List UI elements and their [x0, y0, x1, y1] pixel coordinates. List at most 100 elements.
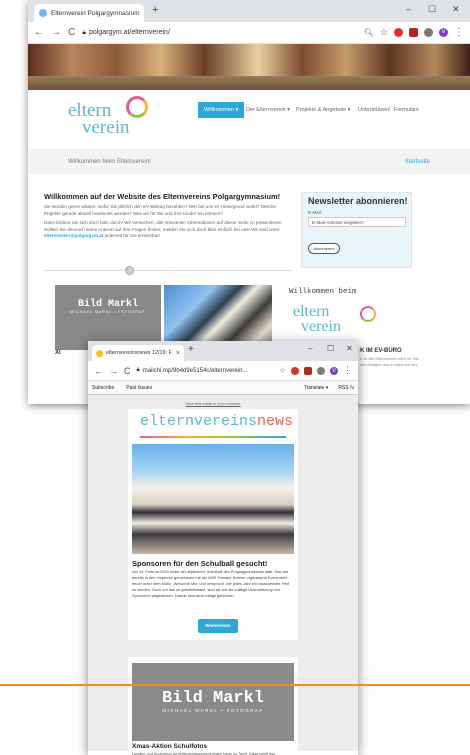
close-window-button[interactable]: ✕ — [452, 4, 460, 15]
extension-stop-icon-front[interactable] — [291, 366, 299, 375]
toolbar-icons: 🔍︎ ☆ V ⋮ — [364, 27, 464, 38]
logo-swirl-icon — [126, 96, 148, 118]
bildmarkl-subtitle: MICHAEL MARKL • FOTOGRAF — [70, 310, 146, 314]
tab-title: Elternverein Polgargymnasium — [51, 9, 140, 17]
star-icon[interactable]: ☆ — [380, 27, 388, 38]
toolbar-icons-front: ☆ V ⋮ — [279, 365, 352, 376]
profile-avatar[interactable]: V — [439, 28, 448, 37]
extension-pdf-icon-front[interactable] — [304, 366, 312, 375]
sidebar-logo-line2: verein — [301, 318, 341, 335]
article2-title: Xmas-Aktion Schulfotos — [132, 743, 208, 750]
close-window-button-front[interactable]: ✕ — [346, 344, 353, 353]
bildmarkl-ad[interactable]: Bild Markl MICHAEL MARKL • FOTOGRAF — [132, 663, 294, 741]
section-divider — [44, 270, 292, 271]
reload-icon[interactable]: C — [68, 27, 75, 38]
orange-accent-line — [0, 684, 470, 686]
divider-dot — [125, 266, 134, 275]
extension-pdf-icon[interactable] — [409, 28, 418, 37]
ad-card: Bild Markl MICHAEL MARKL • FOTOGRAF — [128, 657, 298, 755]
site-logo[interactable]: eltern verein — [68, 101, 129, 137]
welcome-paragraph-2: Dann klicken Sie sich doch bitte durch! … — [44, 220, 283, 232]
welcome-text: Sie würden gerne wissen, wofür Sie jährl… — [44, 204, 284, 240]
rss-link[interactable]: RSS ℕ — [338, 385, 354, 391]
browser-tab-elternverein[interactable]: Elternverein Polgargymnasium × — [34, 4, 144, 22]
bildmarkl-logo: Bild Markl — [77, 299, 138, 310]
article1-title: Sponsoren für den Schulball gesucht! — [132, 559, 268, 568]
site-favicon-icon — [39, 9, 47, 17]
read-more-button[interactable]: Weiterlesen — [198, 619, 238, 633]
welcome-bar-title: Willkommen beim Elternverein! — [68, 159, 151, 165]
forward-arrow-icon[interactable]: → — [51, 27, 61, 38]
lock-icon: 🔒︎ — [82, 28, 86, 36]
ev-buero-text: n ist der Elternverein nlich für Sie all… — [360, 356, 419, 367]
zoom-icon[interactable]: 🔍︎ — [364, 28, 374, 37]
ad-subtitle: MICHAEL MARKL • FOTOGRAF — [162, 708, 264, 713]
welcome-heading: Willkommen auf der Website des Elternver… — [44, 192, 281, 201]
lock-icon-front: 🔒︎ — [136, 367, 140, 373]
reload-icon-front[interactable]: C — [124, 366, 131, 376]
email-link[interactable]: elternverein@polgargym.at — [44, 233, 103, 238]
new-tab-button[interactable]: + — [152, 4, 158, 16]
ev-buero-heading: K IM EV-BÜRO — [360, 348, 402, 354]
front-browser-window: elternvereinsnews 12/19: F × + – ☐ ✕ ← →… — [88, 341, 358, 755]
newsletter-card: elternvereinsnews Sponsoren für den Schu… — [128, 409, 298, 640]
mailchimp-toolbar: Subscribe Past Issues Translate ▾ RSS ℕ — [88, 381, 358, 395]
nav-item-formulare[interactable]: Formulare — [394, 107, 419, 113]
maximize-button-front[interactable]: ☐ — [327, 344, 334, 353]
newsletter-email-input[interactable]: E-Mail-Adresse eingeben! — [308, 217, 406, 227]
welcome-paragraph-3: jederzeit für Sie erreichbar! — [104, 233, 160, 238]
newsletter-logo-part1: elternvereins — [140, 413, 258, 430]
subscribe-button[interactable]: Abonnieren! — [308, 243, 340, 254]
url-text-front: mailchi.mp/9b4d9e5154c/elternverein... — [142, 367, 248, 374]
maximize-button[interactable]: ☐ — [428, 4, 436, 15]
extension-cloud-icon[interactable] — [424, 28, 433, 37]
url-field[interactable]: 🔒︎ polgargym.at/elternverein/ — [82, 29, 170, 37]
new-tab-button-front[interactable]: + — [188, 344, 194, 355]
menu-icon[interactable]: ⋮ — [454, 27, 464, 38]
view-in-browser-link[interactable]: View this email in your browser — [88, 401, 338, 406]
tab-strip: Elternverein Polgargymnasium × + – ☐ ✕ — [28, 0, 470, 22]
back-arrow-icon-front[interactable]: ← — [94, 366, 103, 376]
menu-icon-front[interactable]: ⋮ — [343, 365, 352, 376]
mailchimp-favicon-icon — [96, 349, 103, 357]
sidebar-logo: eltern verein — [293, 304, 341, 335]
welcome-paragraph-1: Sie würden gerne wissen, wofür Sie jährl… — [44, 204, 276, 216]
tab-strip-front: elternvereinsnews 12/19: F × + – ☐ ✕ — [88, 341, 358, 361]
extension-stop-icon[interactable] — [394, 28, 403, 37]
extension-cloud-icon-front[interactable] — [317, 366, 325, 375]
tab-close-icon-front[interactable]: × — [176, 350, 180, 357]
star-icon-front[interactable]: ☆ — [279, 366, 286, 375]
site-header: eltern verein Willkommen ▾ Der Elternver… — [28, 90, 470, 150]
url-field-front[interactable]: 🔒︎ mailchi.mp/9b4d9e5154c/elternverein..… — [137, 367, 248, 374]
nav-item-unterstuetzen[interactable]: Unterstützen! — [358, 107, 391, 113]
article1-text: Am 15. Februar 2020 findet der alljährli… — [132, 569, 290, 598]
article-photo[interactable] — [132, 444, 294, 554]
logo-color-rule — [140, 436, 286, 438]
past-issues-link[interactable]: Past Issues — [126, 385, 152, 391]
newsletter-logo-part2: news — [257, 413, 294, 430]
address-bar: ← → C 🔒︎ polgargym.at/elternverein/ 🔍︎ ☆… — [28, 22, 470, 44]
minimize-button-front[interactable]: – — [308, 344, 312, 353]
newsletter-logo: elternvereinsnews — [140, 413, 293, 430]
forward-arrow-icon-front[interactable]: → — [109, 366, 118, 376]
willkommen-beim-heading: Willkommen beim — [289, 288, 357, 296]
subscribe-link[interactable]: Subscribe — [92, 385, 114, 391]
newsletter-viewport: View this email in your browser elternve… — [88, 395, 358, 755]
browser-tab-newsletter[interactable]: elternvereinsnews 12/19: F × — [92, 345, 184, 361]
card-label: XI — [55, 350, 61, 356]
minimize-button[interactable]: – — [406, 4, 411, 14]
hero-image — [28, 44, 470, 90]
address-bar-front: ← → C 🔒︎ mailchi.mp/9b4d9e5154c/elternve… — [88, 361, 358, 381]
translate-dropdown[interactable]: Translate ▾ — [304, 385, 329, 391]
newsletter-title: Newsletter abonnieren! — [308, 196, 408, 206]
sidebar-swirl-icon — [360, 306, 376, 322]
back-arrow-icon[interactable]: ← — [34, 27, 44, 38]
breadcrumb-startseite[interactable]: Startseite — [405, 159, 430, 165]
profile-avatar-front[interactable]: V — [330, 366, 338, 375]
nav-item-elternverein[interactable]: Der Elternverein ▾ — [246, 107, 290, 113]
newsletter-box: Newsletter abonnieren! E-Mail: E-Mail-Ad… — [301, 192, 412, 268]
welcome-bar: Willkommen beim Elternverein! Startseite — [28, 150, 470, 174]
nav-item-projekte[interactable]: Projekte & Angebote ▾ — [296, 107, 350, 113]
nav-item-willkommen[interactable]: Willkommen ▾ — [198, 102, 245, 118]
tab-title-front: elternvereinsnews 12/19: F — [106, 350, 173, 356]
